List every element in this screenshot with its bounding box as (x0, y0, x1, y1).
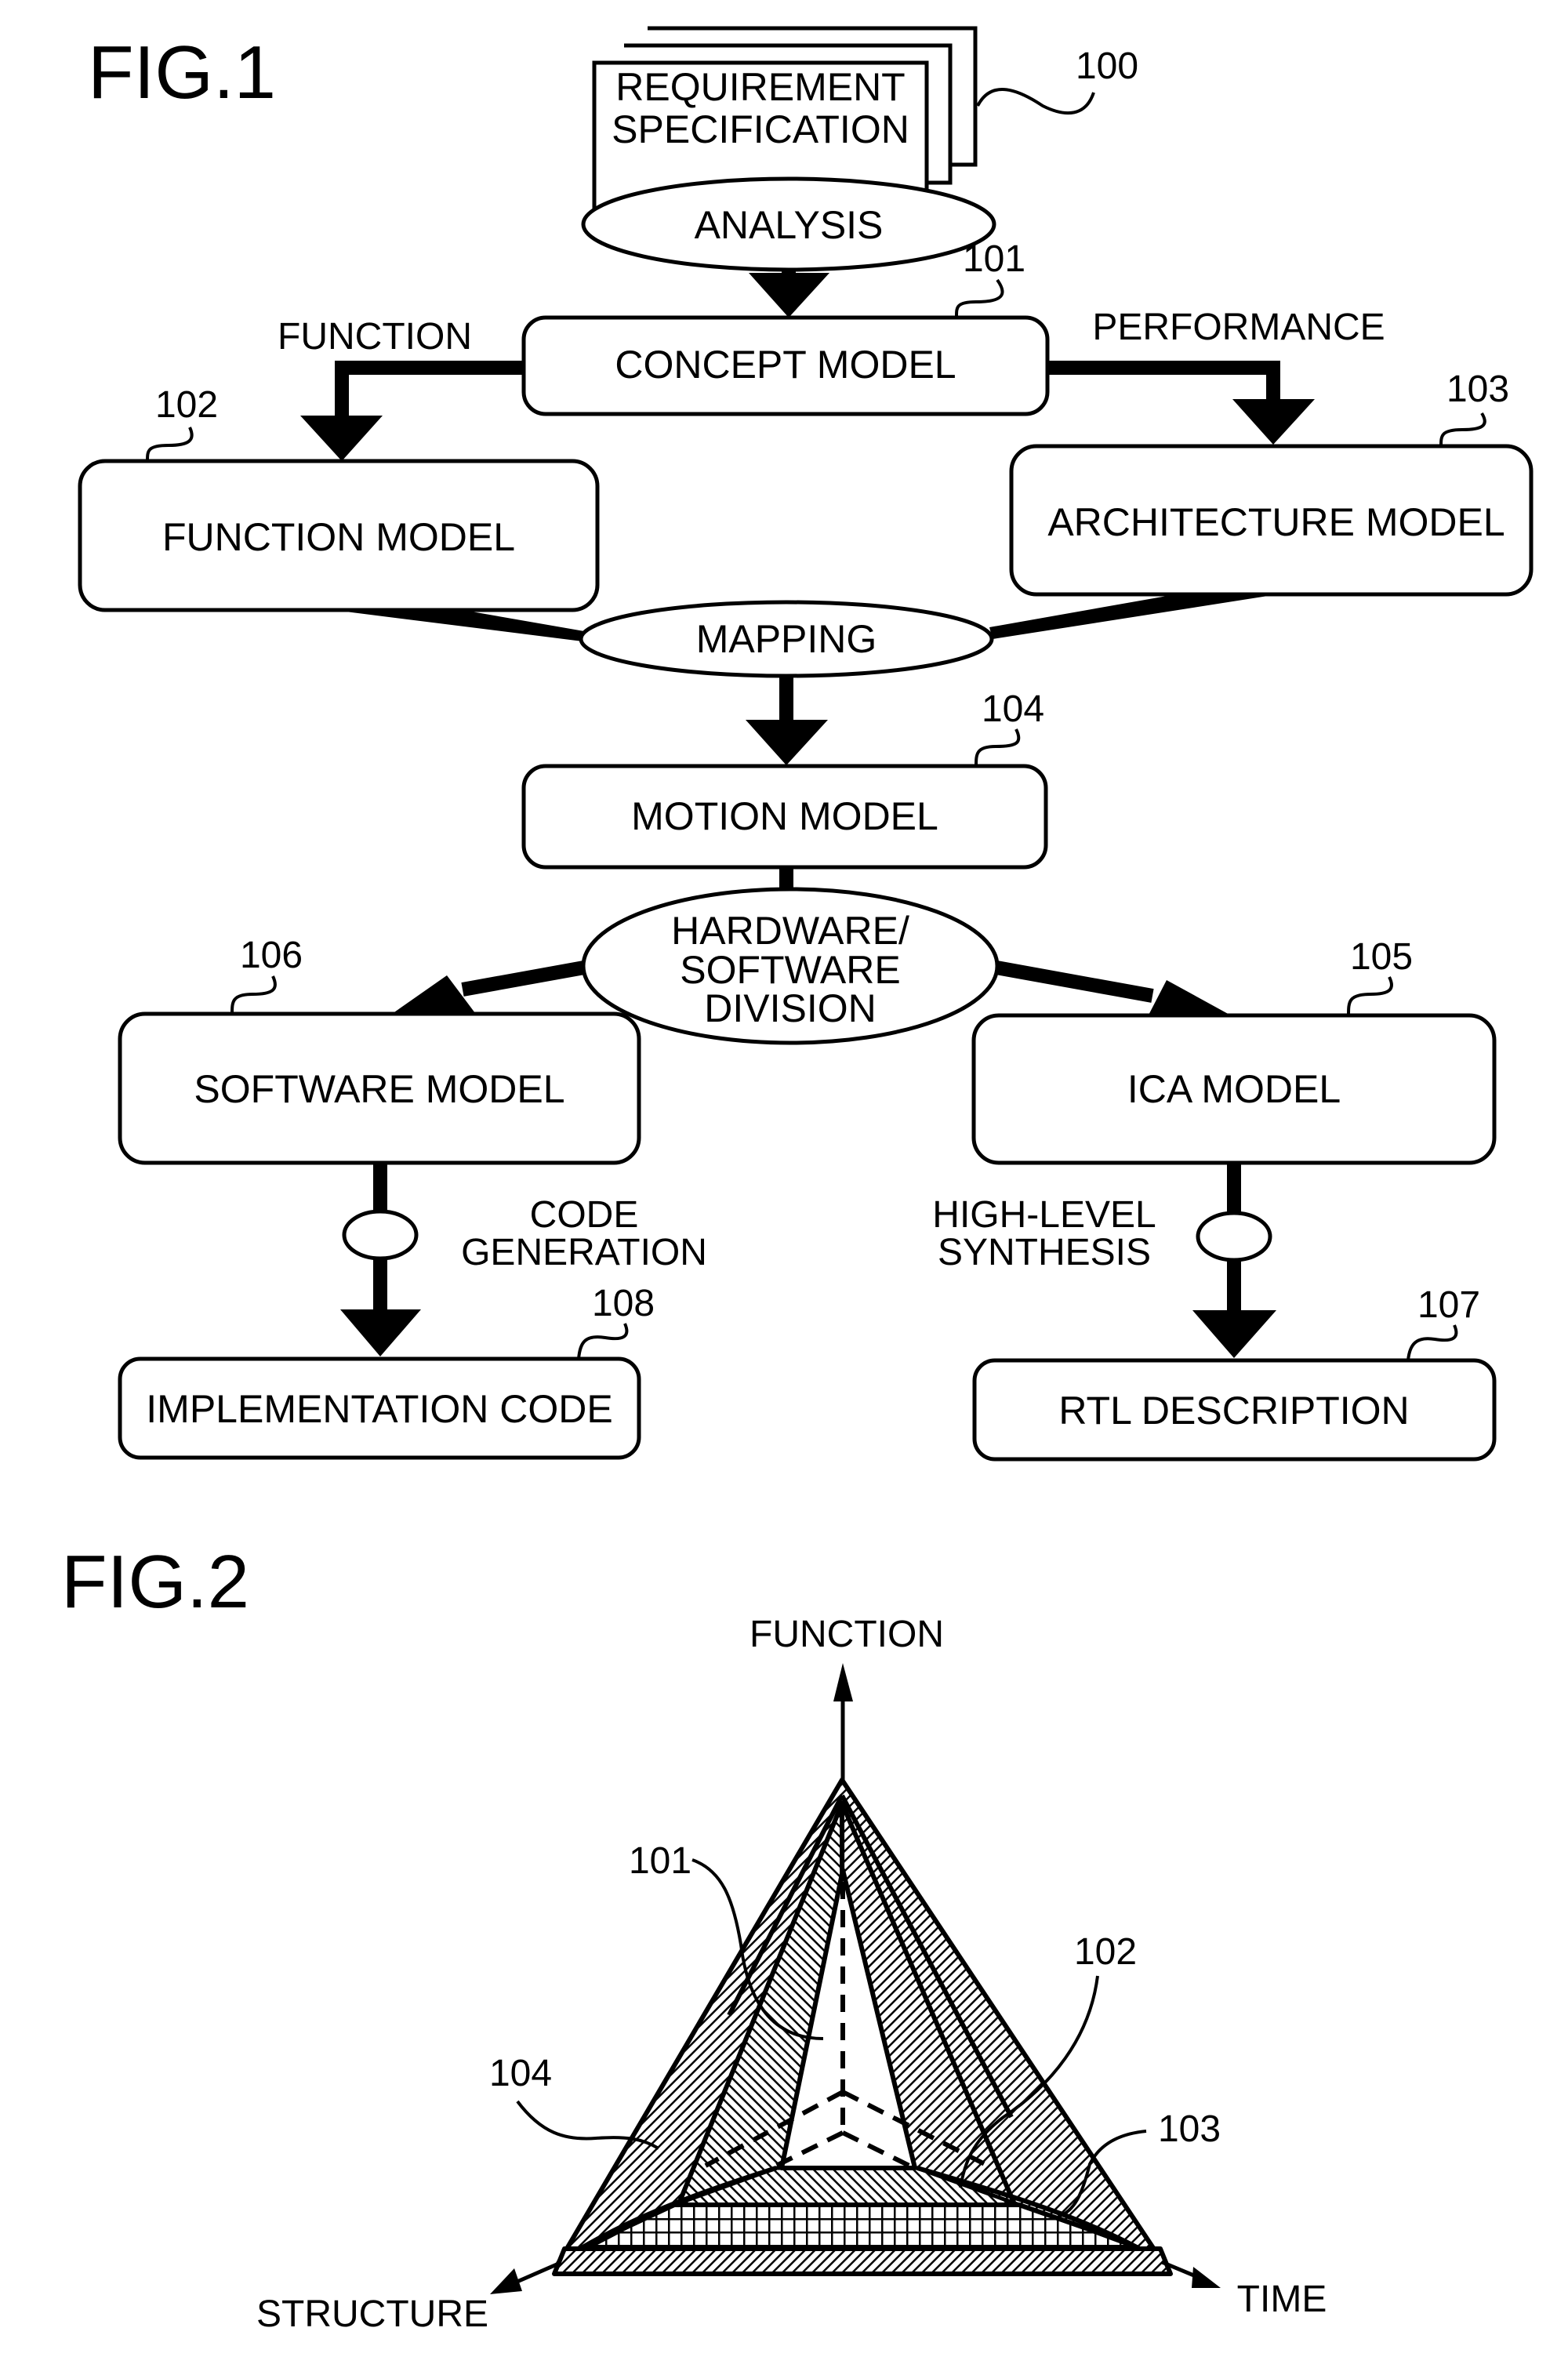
ref-leader-101 (955, 278, 1004, 317)
ref-number-102: 102 (155, 384, 218, 426)
rtl-description-label: RTL DESCRIPTION (1058, 1389, 1409, 1433)
fig2-ref-number-104: 104 (489, 2053, 552, 2094)
ref-leader-100 (976, 88, 1095, 115)
mapping-label: MAPPING (696, 617, 877, 661)
fig2-title: FIG.2 (61, 1540, 249, 1624)
high-level-synthesis-process-ellipse (1196, 1211, 1272, 1262)
motion-model-label: MOTION MODEL (631, 794, 938, 838)
fig2-ref-number-102: 102 (1074, 1931, 1137, 1973)
ref-number-103: 103 (1446, 369, 1509, 410)
fig2-ref-number-103: 103 (1158, 2108, 1221, 2150)
fig1-title: FIG.1 (88, 31, 276, 114)
document-title-line1: REQUIREMENT (615, 65, 905, 109)
axis-structure-line (513, 2262, 557, 2286)
arrow-concept-function-head (300, 416, 383, 461)
connector-architecture-mapping (989, 594, 1278, 639)
ref-leader-102 (146, 427, 194, 462)
edge-label-code-generation-line2: GENERATION (461, 1232, 707, 1273)
edge-label-function: FUNCTION (278, 316, 472, 358)
code-generation-process-ellipse (342, 1209, 419, 1261)
ref-leader-107 (1406, 1324, 1458, 1361)
document-title-line2: SPECIFICATION (612, 107, 909, 151)
arrow-concept-architecture-head (1232, 399, 1315, 445)
axis-structure-arrowhead (490, 2268, 522, 2294)
ref-leader-106 (230, 975, 277, 1015)
ref-number-101: 101 (963, 238, 1025, 280)
arrow-concept-function-stem (335, 361, 524, 419)
edge-label-code-generation-line1: CODE (530, 1194, 639, 1236)
ref-number-100: 100 (1076, 45, 1138, 87)
axis-label-structure: STRUCTURE (256, 2293, 488, 2335)
ref-number-108: 108 (592, 1283, 655, 1324)
concept-model-label: CONCEPT MODEL (615, 343, 956, 387)
ref-number-107: 107 (1417, 1284, 1480, 1326)
edge-label-high-level-synthesis-line2: SYNTHESIS (938, 1232, 1151, 1273)
model-base-band (552, 2246, 1173, 2276)
arrow-mapping-motion-head (746, 720, 828, 765)
division-label-line3: DIVISION (704, 986, 876, 1030)
arrow-concept-architecture-stem (1047, 361, 1280, 401)
arrow-ica-rtl-head (1192, 1310, 1276, 1358)
ref-leader-108 (577, 1323, 629, 1360)
ref-leader-103 (1439, 412, 1486, 447)
implementation-code-label: IMPLEMENTATION CODE (146, 1387, 612, 1431)
function-model-label: FUNCTION MODEL (162, 515, 515, 559)
ref-number-104: 104 (982, 688, 1044, 730)
axis-function-arrowhead (833, 1663, 853, 1701)
edge-label-high-level-synthesis-line1: HIGH-LEVEL (932, 1194, 1156, 1236)
edge-label-performance: PERFORMANCE (1092, 307, 1385, 348)
arrow-analysis-concept-head (749, 273, 829, 318)
architecture-model-label: ARCHITECTURE MODEL (1047, 500, 1504, 544)
software-model-label: SOFTWARE MODEL (194, 1067, 564, 1111)
arrow-division-ica-stem (995, 961, 1154, 1003)
ref-leader-105 (1347, 976, 1393, 1016)
patent-figure-sheet: FIG.1 REQUIREMENT SPECIFICATION 100 ANAL… (61, 26, 1534, 2335)
axis-label-time: TIME (1237, 2279, 1327, 2320)
arrow-software-implementation-head (340, 1309, 421, 1356)
analysis-label: ANALYSIS (695, 203, 884, 247)
ref-number-105: 105 (1350, 936, 1413, 978)
ref-leader-104 (975, 728, 1021, 767)
ref-number-106: 106 (240, 935, 303, 976)
axis-label-function: FUNCTION (750, 1614, 944, 1655)
division-label-line1: HARDWARE/ (671, 909, 909, 953)
connector-function-mapping (333, 610, 584, 641)
arrow-division-software-stem (461, 961, 586, 997)
fig2-ref-number-101: 101 (629, 1840, 691, 1882)
axis-time-arrowhead (1192, 2267, 1221, 2288)
division-label-line2: SOFTWARE (680, 948, 900, 992)
ica-model-label: ICA MODEL (1127, 1067, 1341, 1111)
